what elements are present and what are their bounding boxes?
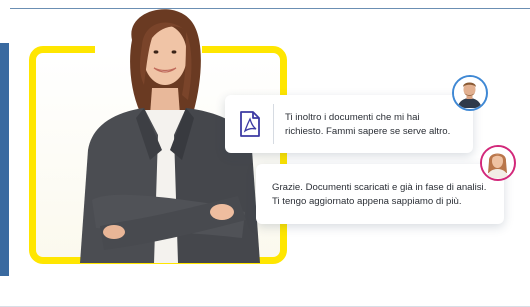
message-line: Ti inoltro i documenti che mi hai [285,112,420,123]
message-card-reply: Grazie. Documenti scaricati e già in fas… [256,164,504,224]
woman-avatar[interactable] [480,145,516,181]
message-line: richiesto. Fammi sapere se serve altro. [285,125,451,137]
message-line: Ti tengo aggiornato appena sappiamo di p… [272,195,462,207]
message-card-documents: Ti inoltro i documenti che mi hai richie… [225,95,473,153]
card-divider [273,104,274,144]
message-line: Grazie. Documenti scaricati e già in fas… [272,182,487,193]
message-text: Ti inoltro i documenti che mi hai richie… [285,111,465,138]
pdf-file-icon[interactable] [239,111,261,137]
man-avatar[interactable] [452,75,488,111]
left-accent-bar [0,43,9,276]
message-text: Grazie. Documenti scaricati e già in fas… [272,181,498,208]
